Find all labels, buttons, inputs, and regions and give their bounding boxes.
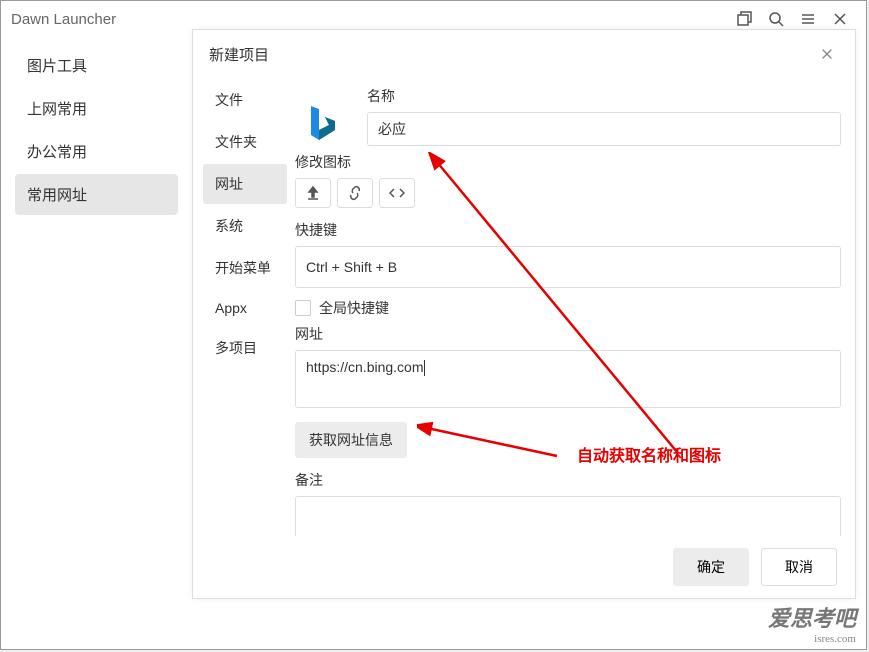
watermark: 爱思考吧 isres.com — [768, 601, 856, 645]
remark-input[interactable] — [295, 496, 841, 536]
type-item-folder[interactable]: 文件夹 — [203, 122, 287, 162]
category-sidebar: 图片工具 上网常用 办公常用 常用网址 — [1, 37, 192, 649]
new-item-dialog: 新建项目 文件 文件夹 网址 系统 开始菜单 Appx 多项目 — [192, 29, 856, 599]
global-hotkey-label: 全局快捷键 — [319, 298, 389, 318]
annotation-text: 自动获取名称和图标 — [577, 442, 721, 466]
sidebar-item[interactable]: 上网常用 — [15, 88, 178, 129]
name-label: 名称 — [367, 86, 841, 106]
upload-icon-button[interactable] — [295, 178, 331, 208]
global-hotkey-checkbox[interactable] — [295, 300, 311, 316]
dialog-close-icon[interactable] — [815, 42, 839, 66]
type-item-file[interactable]: 文件 — [203, 80, 287, 120]
url-label: 网址 — [295, 324, 841, 344]
app-title: Dawn Launcher — [11, 11, 116, 28]
cancel-button[interactable]: 取消 — [761, 548, 837, 586]
app-window: Dawn Launcher 图片工具 上网常用 办公常用 常用网址 新建项目 — [0, 0, 867, 650]
name-input[interactable] — [367, 112, 841, 146]
dialog-title: 新建项目 — [209, 44, 269, 65]
url-input[interactable]: https://cn.bing.com — [295, 350, 841, 408]
sidebar-item[interactable]: 图片工具 — [15, 45, 178, 86]
bing-icon — [295, 98, 347, 150]
link-icon-button[interactable] — [337, 178, 373, 208]
type-item-startmenu[interactable]: 开始菜单 — [203, 248, 287, 288]
hotkey-input[interactable] — [295, 246, 841, 288]
hotkey-label: 快捷键 — [295, 220, 841, 240]
code-icon-button[interactable] — [379, 178, 415, 208]
sidebar-item[interactable]: 常用网址 — [15, 174, 178, 215]
ok-button[interactable]: 确定 — [673, 548, 749, 586]
item-type-list: 文件 文件夹 网址 系统 开始菜单 Appx 多项目 — [193, 72, 287, 536]
icon-label: 修改图标 — [295, 152, 841, 172]
remark-label: 备注 — [295, 470, 841, 490]
fetch-url-info-button[interactable]: 获取网址信息 — [295, 422, 407, 458]
type-item-url[interactable]: 网址 — [203, 164, 287, 204]
sidebar-item[interactable]: 办公常用 — [15, 131, 178, 172]
type-item-system[interactable]: 系统 — [203, 206, 287, 246]
type-item-appx[interactable]: Appx — [203, 290, 287, 326]
type-item-multi[interactable]: 多项目 — [203, 328, 287, 368]
